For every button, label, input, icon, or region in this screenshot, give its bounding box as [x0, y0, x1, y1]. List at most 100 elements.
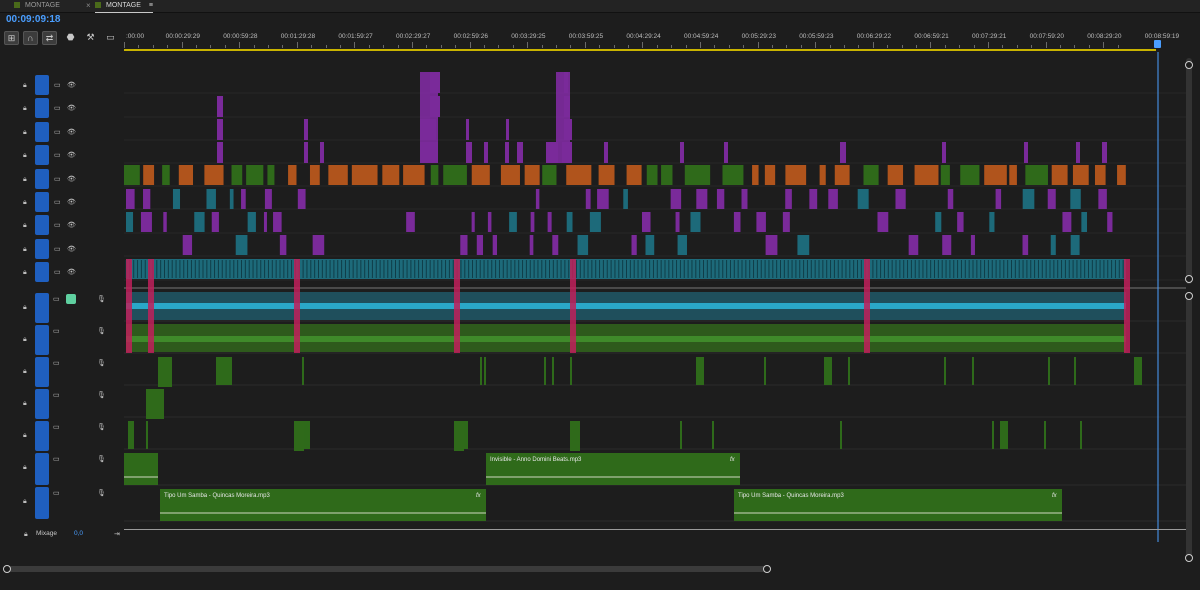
video-clip[interactable]	[231, 165, 243, 185]
video-clip[interactable]	[1009, 165, 1017, 185]
audio-clip[interactable]	[972, 357, 974, 385]
scroll-handle-top[interactable]	[1185, 292, 1193, 300]
video-clip[interactable]	[785, 165, 807, 185]
audio-clip[interactable]	[1074, 357, 1076, 385]
video-clip[interactable]	[935, 212, 942, 232]
video-clip[interactable]	[182, 235, 193, 255]
video-clip[interactable]	[264, 189, 272, 209]
video-clip[interactable]	[126, 189, 135, 209]
video-clip[interactable]	[406, 212, 415, 232]
audio-clip[interactable]	[146, 389, 164, 419]
video-clip[interactable]	[484, 142, 488, 163]
video-clip[interactable]	[797, 235, 810, 255]
voice-over-icon[interactable]: 🎙︎	[97, 359, 106, 368]
audio-clip[interactable]	[680, 421, 682, 449]
mute-button[interactable]	[66, 326, 76, 336]
video-clip[interactable]	[530, 212, 535, 232]
video-clip[interactable]	[940, 165, 950, 185]
audio-clip[interactable]	[992, 421, 994, 449]
eye-icon[interactable]: 👁︎	[67, 128, 76, 137]
solo-button[interactable]	[81, 454, 91, 464]
video-clip[interactable]	[828, 189, 838, 209]
lock-icon[interactable]: 🔒︎	[23, 367, 27, 376]
video-clip[interactable]	[834, 165, 850, 185]
video-clip[interactable]	[143, 189, 151, 209]
audio-clip[interactable]	[552, 357, 554, 385]
video-clip[interactable]	[466, 119, 469, 140]
video-clip[interactable]	[1094, 165, 1106, 185]
video-clip[interactable]	[677, 235, 687, 255]
video-clip[interactable]	[733, 212, 741, 232]
lock-icon[interactable]: 🔒︎	[23, 399, 27, 408]
sync-lock-icon[interactable]: ▭	[54, 245, 61, 254]
scroll-handle-top[interactable]	[1185, 61, 1193, 69]
video-clip[interactable]	[675, 212, 680, 232]
video-clip[interactable]	[194, 212, 205, 232]
scroll-handle-left[interactable]	[3, 565, 11, 573]
audio-clip[interactable]	[840, 421, 842, 449]
audio-clip[interactable]	[132, 421, 134, 449]
voice-over-icon[interactable]: 🎙︎	[97, 423, 106, 432]
sync-lock-icon[interactable]: ▭	[53, 455, 60, 464]
mute-button[interactable]	[66, 390, 76, 400]
video-clip[interactable]	[1022, 235, 1029, 255]
audio-clip[interactable]	[944, 357, 946, 385]
playhead-handle[interactable]	[1154, 40, 1161, 48]
video-clip[interactable]	[217, 96, 223, 117]
video-clip[interactable]	[724, 142, 728, 163]
audio-clip[interactable]	[1000, 421, 1008, 449]
sync-lock-icon[interactable]: ▭	[54, 81, 61, 90]
video-track-tag[interactable]	[35, 262, 49, 282]
video-clip[interactable]	[430, 165, 439, 185]
mute-button[interactable]	[66, 358, 76, 368]
lock-icon[interactable]: 🔒︎	[23, 175, 27, 184]
video-clip[interactable]	[597, 189, 609, 209]
video-clip[interactable]	[217, 119, 223, 140]
eye-icon[interactable]: 👁︎	[67, 104, 76, 113]
video-clip[interactable]	[623, 189, 628, 209]
video-vertical-scrollbar[interactable]	[1185, 58, 1193, 284]
lock-icon[interactable]: 🔒︎	[23, 268, 27, 277]
video-clip[interactable]	[809, 189, 818, 209]
lock-icon[interactable]: 🔒︎	[23, 303, 27, 312]
video-clip[interactable]	[1047, 189, 1056, 209]
video-clip[interactable]	[140, 212, 152, 232]
video-track-tag[interactable]	[35, 239, 49, 259]
video-clip[interactable]	[864, 259, 870, 353]
video-clip[interactable]	[211, 212, 219, 232]
audio-waveform[interactable]	[126, 336, 1126, 342]
mute-button[interactable]	[66, 294, 76, 304]
sync-lock-icon[interactable]: ▭	[53, 489, 60, 498]
video-clip[interactable]	[552, 235, 559, 255]
video-clip[interactable]	[960, 165, 980, 185]
video-clip[interactable]	[178, 165, 194, 185]
video-clip[interactable]	[273, 212, 282, 232]
video-clip[interactable]	[241, 189, 246, 209]
video-clip[interactable]	[460, 235, 468, 255]
lock-icon[interactable]: 🔒︎	[23, 335, 27, 344]
video-clip[interactable]	[680, 142, 684, 163]
video-track-tag[interactable]	[35, 192, 49, 212]
video-clip[interactable]	[351, 165, 378, 185]
video-clip[interactable]	[229, 189, 234, 209]
time-ruler[interactable]: :00:00 00:00:29:29 00:00:59:28 00:01:29:28 0…	[124, 30, 1186, 52]
video-clip[interactable]	[476, 235, 484, 255]
lock-icon[interactable]: 🔒︎	[23, 431, 27, 440]
sync-lock-icon[interactable]: ▭	[54, 268, 61, 277]
voice-over-icon[interactable]: 🎙︎	[97, 391, 106, 400]
video-clip[interactable]	[466, 142, 472, 163]
mute-button[interactable]	[66, 454, 76, 464]
video-clip[interactable]	[765, 235, 778, 255]
video-clip[interactable]	[471, 212, 475, 232]
video-clip[interactable]	[547, 212, 552, 232]
audio-clip[interactable]	[130, 421, 132, 449]
video-clip[interactable]	[716, 189, 725, 209]
video-clip[interactable]	[1025, 165, 1048, 185]
video-clip[interactable]	[126, 212, 134, 232]
video-clip[interactable]	[247, 212, 256, 232]
sync-lock-icon[interactable]: ▭	[54, 175, 61, 184]
video-track-tag[interactable]	[35, 169, 49, 189]
video-clip[interactable]	[947, 189, 954, 209]
audio-clip[interactable]	[1080, 421, 1082, 449]
audio-clip[interactable]	[294, 421, 304, 451]
